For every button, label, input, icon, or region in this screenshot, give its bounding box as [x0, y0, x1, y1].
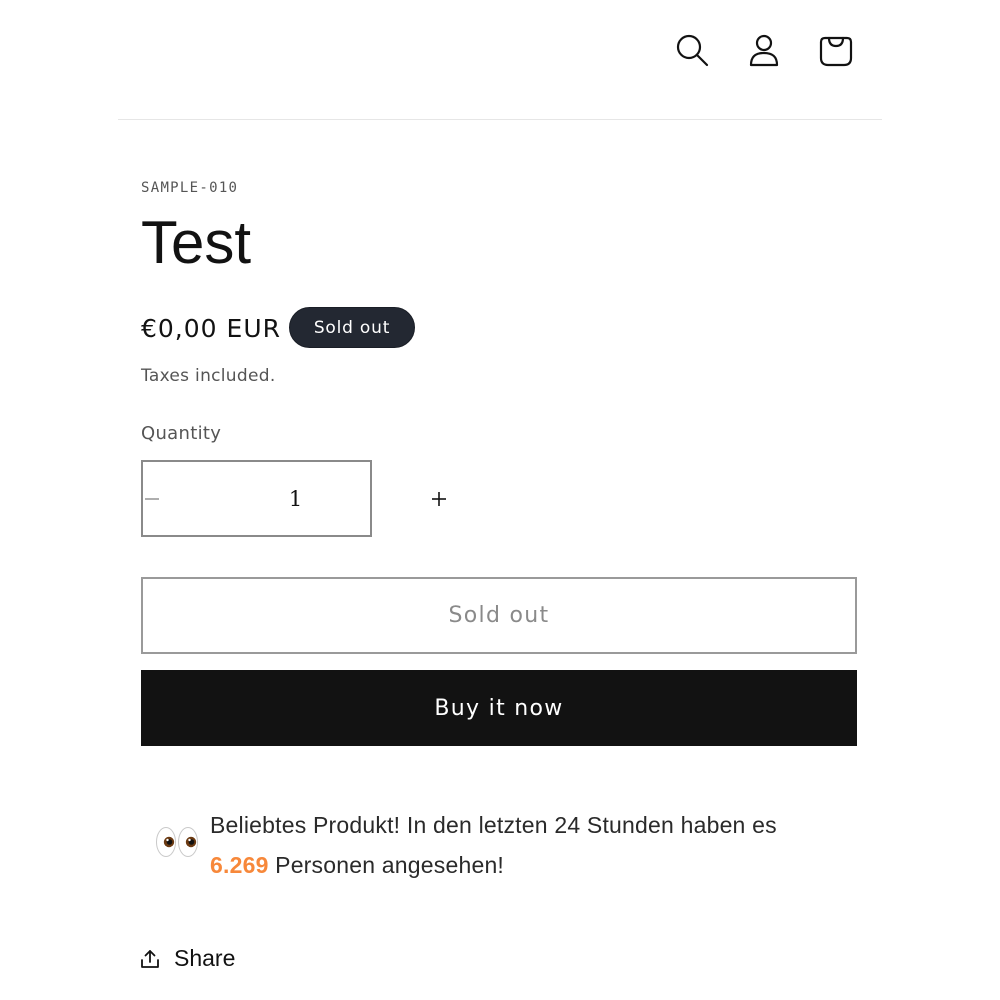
quantity-increase-button[interactable]	[430, 462, 448, 535]
quantity-stepper	[141, 460, 446, 537]
popularity-notice: Beliebtes Produkt! In den letzten 24 Stu…	[155, 805, 855, 885]
account-icon[interactable]	[744, 30, 784, 70]
buy-it-now-button[interactable]: Buy it now	[141, 670, 857, 746]
quantity-decrease-button[interactable]	[143, 462, 161, 535]
share-label: Share	[174, 945, 236, 971]
share-button[interactable]: Share	[139, 945, 235, 972]
product-price: €0,00 EUR	[141, 314, 281, 343]
header-divider	[118, 119, 882, 120]
product-title: Test	[141, 209, 252, 276]
share-icon	[141, 949, 159, 968]
sold-out-button[interactable]: Sold out	[141, 577, 857, 654]
plus-icon	[432, 491, 446, 506]
search-icon[interactable]	[672, 30, 712, 70]
product-vendor: SAMPLE-010	[141, 180, 239, 196]
quantity-input[interactable]	[161, 486, 430, 511]
cart-icon[interactable]	[816, 30, 856, 70]
eyes-emoji-icon	[156, 827, 198, 857]
minus-icon	[145, 497, 159, 500]
notice-text-after: Personen angesehen!	[268, 852, 505, 878]
sold-out-badge: Sold out	[289, 307, 415, 348]
tax-note: Taxes included.	[141, 366, 276, 386]
header-icons	[672, 30, 856, 70]
product-page: SAMPLE-010 Test €0,00 EUR Sold out Taxes…	[0, 0, 1000, 1000]
quantity-label: Quantity	[141, 423, 222, 444]
notice-text: Beliebtes Produkt! In den letzten 24 Stu…	[210, 805, 777, 885]
view-count: 6.269	[210, 852, 269, 878]
notice-text-before: Beliebtes Produkt! In den letzten 24 Stu…	[210, 812, 777, 838]
